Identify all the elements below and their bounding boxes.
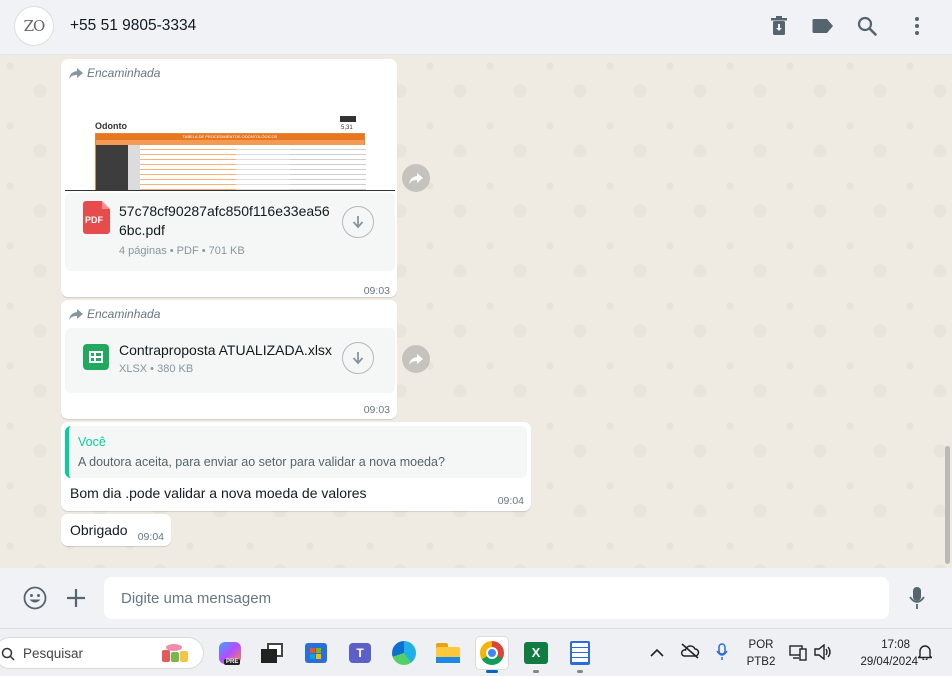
windows-taskbar: Pesquisar PRE T X POR PTB2 17:08 29/04/2… xyxy=(0,628,952,676)
forward-arrow-icon xyxy=(69,308,83,320)
edge-icon[interactable] xyxy=(388,637,420,669)
message-text: Obrigado xyxy=(70,522,128,538)
chat-scrollbar[interactable] xyxy=(945,446,950,564)
message-input[interactable] xyxy=(104,577,889,619)
forwarded-indicator: Encaminhada xyxy=(69,66,160,80)
forward-arrow-icon xyxy=(69,67,83,79)
chrome-icon[interactable] xyxy=(476,637,508,673)
teams-icon[interactable]: T xyxy=(344,637,376,669)
label-icon[interactable] xyxy=(811,14,835,38)
chevron-up-icon[interactable] xyxy=(650,645,664,663)
quote-text: A doutora aceita, para enviar ao setor p… xyxy=(78,455,445,469)
forward-icon[interactable] xyxy=(402,345,430,373)
quote-author: Você xyxy=(78,435,106,449)
menu-icon[interactable] xyxy=(905,14,929,38)
quoted-message[interactable]: Você A doutora aceita, para enviar ao se… xyxy=(65,426,527,478)
preview-logo: Odonto xyxy=(95,121,127,131)
language-code[interactable]: POR xyxy=(746,639,776,651)
notification-bell-icon[interactable] xyxy=(916,644,934,665)
notepad-icon[interactable] xyxy=(564,637,596,673)
message-time: 09:03 xyxy=(363,285,390,297)
xlsx-file-name[interactable]: Contraproposta ATUALIZADA.xlsx xyxy=(119,341,349,360)
preview-table: TABELA DE PROCEDIMENTOS ODONTOLÓGICOS xyxy=(95,133,366,190)
message-composer xyxy=(0,568,952,628)
forwarded-label: Encaminhada xyxy=(87,66,161,80)
forwarded-label: Encaminhada xyxy=(87,307,161,321)
download-icon[interactable] xyxy=(342,206,374,238)
search-highlight-icon xyxy=(160,642,190,664)
chat-area[interactable]: Encaminhada Odonto 5,31 TABELA DE PROCED… xyxy=(0,56,952,568)
spreadsheet-icon xyxy=(83,344,109,370)
task-view-icon[interactable] xyxy=(256,637,288,669)
xlsx-file-meta: XLSX • 380 KB xyxy=(119,363,194,375)
contact-name[interactable]: +55 51 9805-3334 xyxy=(70,17,196,35)
message-time: 09:04 xyxy=(137,531,164,543)
microphone-tray-icon[interactable] xyxy=(716,643,728,666)
pdf-file-meta: 4 páginas • PDF • 701 KB xyxy=(119,245,245,257)
taskbar-search-text: Pesquisar xyxy=(23,646,84,661)
onedrive-offline-icon[interactable] xyxy=(680,643,700,664)
keyboard-layout[interactable]: PTB2 xyxy=(746,656,776,668)
chat-header: ZO +55 51 9805-3334 xyxy=(0,0,952,55)
pdf-preview-thumbnail[interactable]: Odonto 5,31 TABELA DE PROCEDIMENTOS ODON… xyxy=(65,83,395,191)
clock-time[interactable]: 17:08 xyxy=(840,639,918,651)
avatar-text: ZO xyxy=(23,17,46,35)
reply-message[interactable]: Você A doutora aceita, para enviar ao se… xyxy=(61,422,531,511)
emoji-icon[interactable] xyxy=(22,585,48,611)
copilot-icon[interactable]: PRE xyxy=(214,637,246,669)
thanks-message[interactable]: Obrigado 09:04 xyxy=(61,514,171,546)
trash-icon[interactable] xyxy=(767,14,791,38)
microphone-icon[interactable] xyxy=(904,585,930,611)
message-time: 09:04 xyxy=(497,495,524,507)
message-time: 09:03 xyxy=(363,404,390,416)
pdf-message[interactable]: Encaminhada Odonto 5,31 TABELA DE PROCED… xyxy=(61,59,397,297)
excel-icon[interactable]: X xyxy=(520,637,552,673)
file-explorer-icon[interactable] xyxy=(432,637,464,669)
xlsx-file-card[interactable]: Contraproposta ATUALIZADA.xlsx XLSX • 38… xyxy=(65,328,395,393)
volume-icon[interactable] xyxy=(814,643,832,665)
pdf-file-name[interactable]: 57c78cf90287afc850f116e33ea566bc.pdf xyxy=(119,202,331,240)
pdf-badge: PDF xyxy=(85,215,103,225)
search-icon xyxy=(1,647,15,661)
preview-price-box xyxy=(340,116,356,122)
clock-date[interactable]: 29/04/2024 xyxy=(840,656,918,668)
taskbar-search[interactable]: Pesquisar xyxy=(0,637,204,669)
contact-avatar[interactable]: ZO xyxy=(14,6,54,46)
search-icon[interactable] xyxy=(855,14,879,38)
preview-price: 5,31 xyxy=(341,125,353,131)
forwarded-indicator: Encaminhada xyxy=(69,307,160,321)
pdf-file-card[interactable]: PDF 57c78cf90287afc850f116e33ea566bc.pdf… xyxy=(65,193,395,271)
pdf-file-icon: PDF xyxy=(83,201,110,234)
xlsx-message[interactable]: Encaminhada Contraproposta ATUALIZADA.xl… xyxy=(61,300,397,419)
store-icon[interactable] xyxy=(300,637,332,669)
forward-icon[interactable] xyxy=(402,164,430,192)
plus-icon[interactable] xyxy=(63,585,89,611)
network-icon[interactable] xyxy=(789,643,807,666)
message-text: Bom dia .pode validar a nova moeda de va… xyxy=(70,485,367,501)
download-icon[interactable] xyxy=(342,342,374,374)
